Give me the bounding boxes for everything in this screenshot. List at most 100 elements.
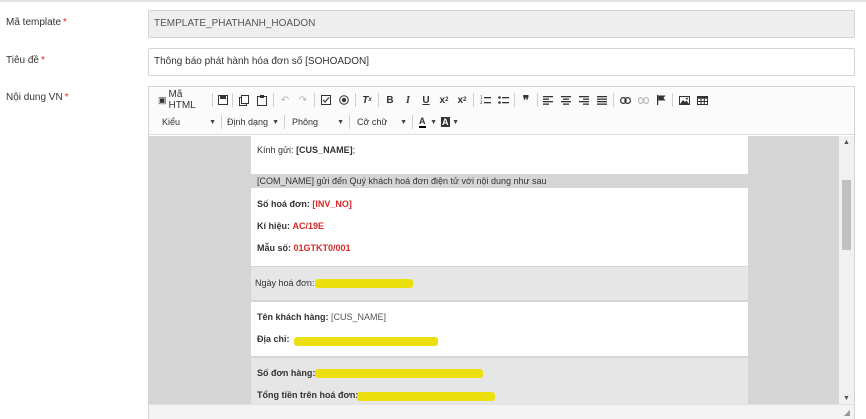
style-dropdown[interactable]: Kiểu ▼ [162,113,216,131]
subscript-icon[interactable]: x2 [437,91,451,109]
invoice-date-section: Ngày hoá đơn: [251,267,748,300]
bulleted-list-icon[interactable] [496,91,510,109]
font-dropdown[interactable]: Phông ▼ [292,113,344,131]
order-number-line: Số đơn hàng: [257,368,315,378]
copy-icon[interactable] [237,91,251,109]
total-amount-line: Tổng tiền trên hoá đơn: [257,390,358,400]
save-icon[interactable] [216,91,230,109]
source-button[interactable]: ▣ Mã HTML [158,89,210,111]
align-left-icon[interactable] [541,91,555,109]
invoice-number-label: Số hoá đơn: [257,199,310,209]
image-icon[interactable] [677,91,691,109]
toolbar-separator [378,93,379,107]
background-color-icon: A [441,117,450,127]
title-label-text: Tiêu đề [6,55,39,66]
dropdown-arrow-icon: ▼ [209,118,216,126]
toolbar-separator [537,93,538,107]
style-dropdown-label: Kiểu [162,117,181,127]
scroll-down-icon[interactable]: ▼ [839,392,854,404]
form-number-line: Mẫu số: 01GTKT0/001 [257,243,351,253]
title-field[interactable]: Thông báo phát hành hóa đơn số [SOHOADON… [148,48,855,76]
link-icon[interactable] [618,91,632,109]
address-label: Địa chỉ: [257,334,290,344]
paste-icon[interactable] [255,91,269,109]
editor-vertical-scrollbar[interactable]: ▲ ▼ [839,136,854,404]
source-button-label: Mã HTML [168,89,196,111]
address-line: Địa chỉ: [257,334,290,344]
toolbar-separator [672,93,673,107]
editor-content-area[interactable]: Kính gửi: [CUS_NAME]; [COM_NAME] gửi đến… [149,136,839,404]
superscript-icon[interactable]: x2 [455,91,469,109]
align-justify-icon[interactable] [595,91,609,109]
anchor-flag-icon[interactable] [654,91,668,109]
serial-value: AC/19E [292,221,325,231]
font-dropdown-label: Phông [292,117,319,127]
serial-label: Kí hiệu: [257,221,290,231]
order-number-label: Số đơn hàng: [257,368,316,378]
rich-text-editor: ▣ Mã HTML ↶ ↷ Tx B I U x2 x2 12 ❞ Kiểu ▼… [148,86,855,419]
toolbar-separator [273,93,274,107]
scroll-up-icon[interactable]: ▲ [839,136,854,148]
invoice-date-label: Ngày hoá đơn: [255,278,315,288]
editor-toolbar: ▣ Mã HTML ↶ ↷ Tx B I U x2 x2 12 ❞ Kiểu ▼… [149,87,854,135]
customer-section: Tên khách hàng: [CUS_NAME] Địa chỉ: [251,302,748,356]
dropdown-arrow-icon: ▼ [272,118,279,126]
italic-icon[interactable]: I [401,91,415,109]
customer-name-line: Tên khách hàng: [CUS_NAME] [257,312,386,322]
customer-name-variable: [CUS_NAME] [331,312,387,322]
greeting-line: Kính gửi: [CUS_NAME]; [257,145,355,155]
intro-text: [COM_NAME] gửi đến Quý khách hoá đơn điệ… [257,176,547,186]
remove-format-icon[interactable]: Tx [360,91,374,109]
background-color-button[interactable]: A ▼ [441,113,459,131]
undo-icon[interactable]: ↶ [278,91,292,109]
required-mark: * [64,92,69,103]
checkbox-icon[interactable] [319,91,333,109]
align-center-icon[interactable] [559,91,573,109]
format-dropdown[interactable]: Định dạng ▼ [227,113,279,131]
blockquote-icon[interactable]: ❞ [519,91,533,109]
text-color-button[interactable]: A ▼ [419,113,437,131]
redacted-highlight [294,337,438,346]
redo-icon[interactable]: ↷ [296,91,310,109]
numbered-list-icon[interactable]: 12 [478,91,492,109]
radio-icon[interactable] [337,91,351,109]
toolbar-separator [284,115,285,129]
content-vn-label: Nội dung VN * [6,92,69,103]
customer-name-label: Tên khách hàng: [257,312,329,322]
title-label: Tiêu đề * [6,55,45,66]
toolbar-separator [355,93,356,107]
greeting-customer-variable: [CUS_NAME] [296,145,353,155]
toolbar-separator [613,93,614,107]
greeting-tail: ; [352,145,356,155]
table-icon[interactable] [695,91,709,109]
toolbar-separator [349,115,350,129]
bold-icon[interactable]: B [383,91,397,109]
toolbar-separator [314,93,315,107]
redacted-highlight [315,279,413,288]
content-vn-label-text: Nội dung VN [6,92,63,103]
redacted-highlight [315,369,483,378]
invoice-info-section: Số hoá đơn: [INV_NO] Kí hiệu: AC/19E Mẫu… [251,188,748,266]
resize-grip-icon[interactable]: ◢ [844,408,850,417]
toolbar-separator [221,115,222,129]
scrollbar-thumb[interactable] [842,180,851,250]
toolbar-separator [412,115,413,129]
total-amount-label: Tổng tiền trên hoá đơn: [257,390,359,400]
template-code-field[interactable]: TEMPLATE_PHATHANH_HOADON [148,10,855,38]
source-icon: ▣ [158,94,167,105]
underline-icon[interactable]: U [419,91,433,109]
dropdown-arrow-icon: ▼ [400,118,407,126]
invoice-number-line: Số hoá đơn: [INV_NO] [257,199,352,209]
required-mark: * [40,55,45,66]
editor-resize-bar: ◢ [149,404,854,419]
intro-bar: [COM_NAME] gửi đến Quý khách hoá đơn điệ… [251,174,748,188]
top-divider [0,0,866,2]
required-mark: * [63,17,67,28]
font-size-dropdown[interactable]: Cỡ chữ ▼ [357,113,407,131]
toolbar-separator [473,93,474,107]
unlink-icon[interactable] [636,91,650,109]
align-right-icon[interactable] [577,91,591,109]
toolbar-separator [514,93,515,107]
form-number-value: 01GTKT0/001 [293,243,351,253]
greeting-section: Kính gửi: [CUS_NAME]; [251,136,748,174]
